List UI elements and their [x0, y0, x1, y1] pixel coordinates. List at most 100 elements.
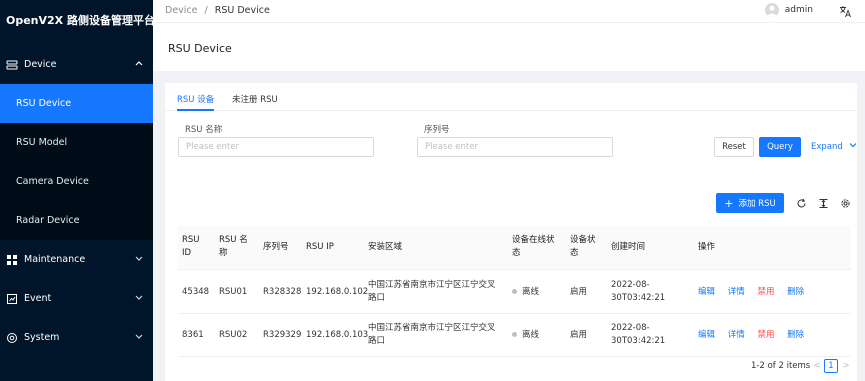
cell-rsu-id: 8361 [182, 330, 204, 340]
column-header-rsu-id[interactable]: RSU ID [182, 234, 200, 260]
sidebar-item-label: Camera Device [16, 176, 89, 187]
reset-button[interactable]: Reset [714, 137, 754, 157]
sidebar-item-label: RSU Device [16, 98, 72, 109]
serial-label: 序列号 [424, 125, 450, 135]
cell-line: 中国江苏省南京市江宁区江宁交叉 [368, 280, 496, 290]
column-header-area[interactable]: 安装区域 [368, 241, 402, 254]
page-header: RSU Device [153, 22, 865, 71]
user-menu[interactable]: admin [764, 3, 813, 17]
header-line: ID [182, 248, 192, 258]
header-line: RSU 名 [219, 235, 248, 245]
table-row: 8361 RSU02 R329329 192.168.0.103 中国江苏省南京… [178, 314, 851, 357]
chevron-down-icon [135, 254, 143, 265]
tab-rsu-device[interactable]: RSU 设备 [177, 93, 214, 105]
cell-serial: R328328 [263, 287, 302, 297]
table-header: RSU ID RSU 名 称 序列号 RSU IP 安装区域 设备在线状 态 设… [178, 226, 851, 270]
column-header-created[interactable]: 创建时间 [611, 241, 645, 254]
add-rsu-button[interactable]: + 添加 RSU [716, 193, 784, 213]
expand-toggle[interactable]: Expand [811, 141, 857, 152]
query-button[interactable]: Query [759, 137, 801, 157]
detail-link[interactable]: 详情 [728, 330, 745, 340]
cell-ip: 192.168.0.103 [306, 330, 369, 340]
header-line: RSU [182, 235, 200, 245]
rsu-name-input[interactable] [178, 137, 374, 157]
rsu-name-label: RSU 名称 [185, 125, 223, 135]
delete-link[interactable]: 删除 [787, 287, 804, 297]
plus-icon: + [724, 196, 734, 210]
cell-line: 2022-08- [611, 280, 650, 290]
tab-active-indicator [177, 109, 214, 111]
tab-bar: RSU 设备 未注册 RSU [165, 83, 857, 111]
cell-line: 2022-08- [611, 323, 650, 333]
cell-actions: 编辑 详情 禁用 删除 [698, 329, 804, 342]
sidebar-group-label: Device [24, 59, 57, 70]
breadcrumb-current: RSU Device [214, 5, 270, 16]
status-dot [512, 289, 517, 294]
cell-created: 2022-08- 30T03:42:21 [611, 279, 665, 305]
cell-area: 中国江苏省南京市江宁区江宁交叉 路口 [368, 322, 496, 348]
sidebar-group-event[interactable]: Event [0, 279, 153, 318]
header-line: 设备在线状 [512, 235, 555, 245]
cell-online-status: 离线 [512, 329, 539, 342]
breadcrumb-root[interactable]: Device [165, 5, 198, 16]
sidebar-group-label: Event [24, 293, 52, 304]
sidebar-group-label: Maintenance [24, 254, 86, 265]
sidebar-group-device[interactable]: Device [0, 45, 153, 84]
column-height-icon[interactable] [816, 196, 830, 210]
cell-rsu-id: 45348 [182, 287, 210, 297]
disable-link[interactable]: 禁用 [757, 330, 774, 340]
column-header-online-status[interactable]: 设备在线状 态 [512, 234, 555, 260]
column-header-ip[interactable]: RSU IP [306, 241, 334, 254]
header-line: 态 [570, 248, 579, 258]
header-line: 设备状 [570, 235, 596, 245]
user-name: admin [784, 5, 813, 15]
sidebar-group-system[interactable]: System [0, 318, 153, 357]
add-rsu-label: 添加 RSU [738, 199, 776, 209]
sidebar-item-rsu-device[interactable]: RSU Device [0, 84, 153, 123]
sidebar-item-radar-device[interactable]: Radar Device [0, 201, 153, 240]
breadcrumb-separator: / [204, 5, 208, 16]
header-line: 态 [512, 248, 521, 258]
cell-created: 2022-08- 30T03:42:21 [611, 322, 665, 348]
disable-link[interactable]: 禁用 [757, 287, 774, 297]
device-icon [6, 59, 18, 71]
cell-actions: 编辑 详情 禁用 删除 [698, 286, 804, 299]
sidebar-item-label: RSU Model [16, 137, 68, 148]
reload-icon[interactable] [794, 196, 808, 210]
cell-line: 中国江苏省南京市江宁区江宁交叉 [368, 323, 496, 333]
column-header-serial[interactable]: 序列号 [263, 241, 289, 254]
cell-line: 30T03:42:21 [611, 336, 666, 346]
serial-input[interactable] [417, 137, 613, 157]
cell-rsu-name: RSU01 [219, 287, 248, 297]
cell-line: 路口 [368, 336, 386, 346]
sidebar-item-rsu-model[interactable]: RSU Model [0, 123, 153, 162]
pagination-page-1[interactable]: 1 [824, 359, 838, 373]
translate-icon[interactable] [837, 3, 853, 19]
column-header-rsu-name[interactable]: RSU 名 称 [219, 234, 248, 260]
breadcrumb: Device / RSU Device [165, 5, 270, 16]
avatar [764, 3, 779, 17]
delete-link[interactable]: 删除 [787, 330, 804, 340]
column-header-actions: 操作 [698, 242, 716, 252]
top-header: Device / RSU Device admin [153, 0, 865, 22]
cell-ip: 192.168.0.102 [306, 287, 369, 297]
chevron-down-icon [135, 332, 143, 343]
edit-link[interactable]: 编辑 [698, 287, 715, 297]
sidebar-group-maintenance[interactable]: Maintenance [0, 240, 153, 279]
tab-unregistered-rsu[interactable]: 未注册 RSU [232, 93, 278, 105]
column-header-device-status[interactable]: 设备状 态 [570, 234, 596, 260]
sidebar-item-camera-device[interactable]: Camera Device [0, 162, 153, 201]
settings-icon[interactable] [838, 196, 852, 210]
cell-line: 30T03:42:21 [611, 293, 666, 303]
detail-link[interactable]: 详情 [728, 287, 745, 297]
pagination-next-icon[interactable]: > [839, 359, 853, 373]
app-logo-title: OpenV2X 路侧设备管理平台 [6, 14, 155, 27]
cell-line: 路口 [368, 293, 386, 303]
status-dot [512, 332, 517, 337]
sidebar-group-label: System [24, 332, 60, 343]
online-status-text: 离线 [522, 330, 540, 340]
edit-link[interactable]: 编辑 [698, 330, 715, 340]
header-line: 称 [219, 248, 228, 258]
event-icon [6, 293, 18, 305]
pagination-prev-icon[interactable]: < [810, 359, 824, 373]
